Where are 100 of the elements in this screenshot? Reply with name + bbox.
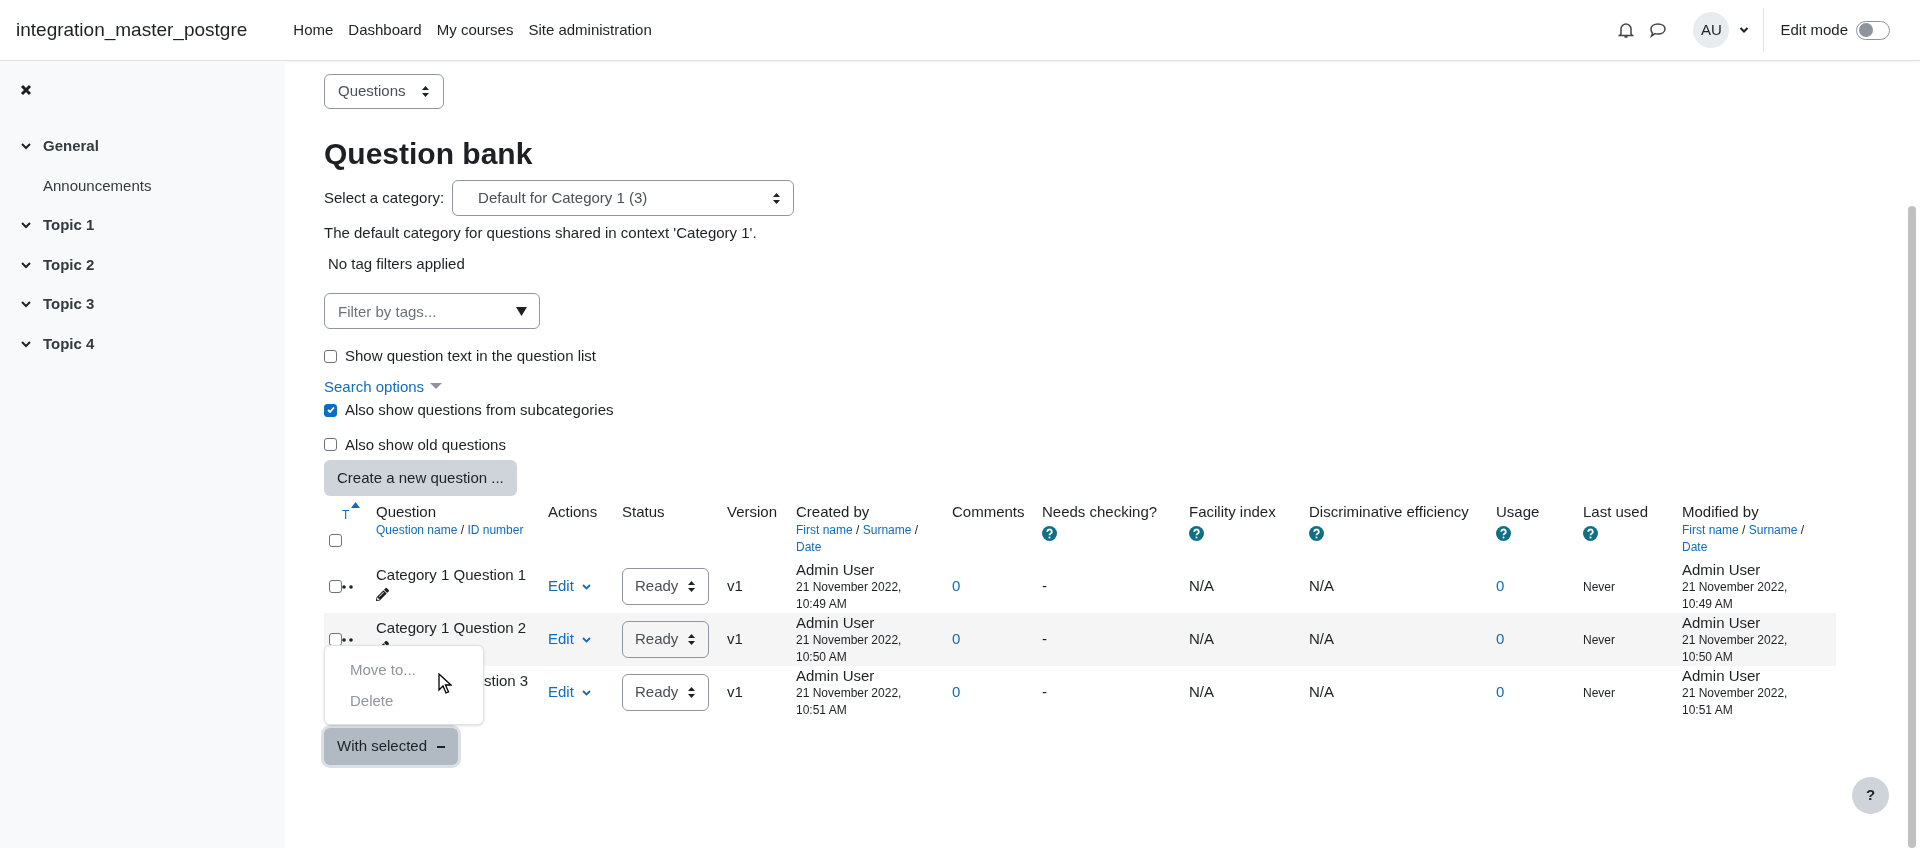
column-header: Status <box>622 502 666 522</box>
sort-link[interactable]: Surname <box>1748 523 1798 537</box>
modifier-name: Admin User <box>1682 613 1762 632</box>
caret-icon[interactable] <box>1739 26 1750 34</box>
search-options-link[interactable]: Search options <box>324 375 425 398</box>
section-title[interactable]: Topic 2 <box>43 253 95 276</box>
sort-link[interactable]: Surname <box>862 523 912 537</box>
with-selected-button[interactable]: With selected <box>324 728 459 765</box>
version-cell: v1 <box>727 683 743 701</box>
usage-link[interactable]: 0 <box>1496 630 1505 648</box>
nav-link[interactable]: Home <box>293 18 334 42</box>
user-avatar[interactable]: AU <box>1693 12 1730 48</box>
chevron-icon <box>581 636 591 643</box>
usage-link[interactable]: 0 <box>1496 577 1505 595</box>
help-icon[interactable] <box>1583 526 1598 541</box>
column-header: Last used <box>1583 502 1650 522</box>
help-icon[interactable] <box>1309 526 1324 541</box>
minus-icon <box>437 745 446 748</box>
creator-name: Admin User <box>796 613 876 632</box>
edit-menu-link[interactable]: Edit <box>548 681 574 704</box>
edit-mode-toggle[interactable] <box>1856 20 1890 40</box>
creator-name: Admin User <box>796 666 876 685</box>
needs-checking-cell: - <box>1042 683 1047 701</box>
close-icon[interactable] <box>20 84 32 96</box>
chevron-icon <box>581 689 591 696</box>
select-all-checkbox[interactable] <box>329 533 342 547</box>
column-header: Created by <box>796 502 871 522</box>
comments-link[interactable]: 0 <box>952 577 961 595</box>
sort-link[interactable]: Date <box>796 540 822 554</box>
category-description: The default category for questions shared in context 'Category 1'. <box>324 223 758 243</box>
discrimination-cell: N/A <box>1309 577 1334 595</box>
last-used-cell: Never <box>1583 580 1615 595</box>
question-name: Category 1 Question 2 <box>376 618 528 638</box>
discrimination-cell: N/A <box>1309 683 1334 701</box>
updown-icon <box>687 633 696 646</box>
help-icon[interactable] <box>1189 526 1204 541</box>
pencil-icon[interactable] <box>376 588 389 601</box>
version-cell: v1 <box>727 630 743 648</box>
comments-link[interactable]: 0 <box>952 683 961 701</box>
updown-icon <box>687 686 696 699</box>
separator: / <box>459 523 466 537</box>
row-checkbox[interactable] <box>329 580 342 593</box>
section-title[interactable]: Topic 1 <box>43 214 95 237</box>
nav-link[interactable]: My courses <box>436 18 514 42</box>
view-select[interactable]: Questions <box>324 74 444 109</box>
question-name: stion 3 <box>484 671 530 691</box>
create-question-button[interactable]: Create a new question ... <box>324 460 517 496</box>
facility-index-cell: N/A <box>1189 683 1214 701</box>
edit-menu-link[interactable]: Edit <box>548 575 574 598</box>
separator: / <box>1799 523 1805 537</box>
help-icon[interactable] <box>1496 526 1511 541</box>
modifier-name: Admin User <box>1682 666 1762 685</box>
facility-index-cell: N/A <box>1189 630 1214 648</box>
updown-icon <box>687 580 696 593</box>
dropdown-icon <box>516 307 527 316</box>
status-select[interactable]: Ready <box>622 621 709 658</box>
nav-link[interactable]: Site administration <box>528 18 652 42</box>
mouse-cursor-icon <box>438 673 452 694</box>
facility-index-cell: N/A <box>1189 577 1214 595</box>
sidebar-item[interactable]: Announcements <box>43 176 152 194</box>
column-header: Comments <box>952 502 1026 522</box>
sort-link[interactable]: Question name <box>376 523 458 537</box>
creator-name: Admin User <box>796 560 876 579</box>
status-select[interactable]: Ready <box>622 568 709 605</box>
sort-link[interactable]: First name <box>1682 523 1739 537</box>
sort-link[interactable]: Date <box>1682 540 1708 554</box>
comments-link[interactable]: 0 <box>952 630 961 648</box>
checkbox[interactable] <box>324 403 337 417</box>
updown-icon <box>420 85 430 98</box>
column-header: Usage <box>1496 502 1541 522</box>
section-title[interactable]: Topic 3 <box>43 293 95 316</box>
needs-checking-cell: - <box>1042 577 1047 595</box>
checkbox[interactable] <box>324 438 337 452</box>
section-title[interactable]: General <box>43 135 99 158</box>
edit-menu-link[interactable]: Edit <box>548 628 574 651</box>
status-select[interactable]: Ready <box>622 674 709 711</box>
checkbox[interactable] <box>324 349 337 363</box>
bell-icon[interactable] <box>1618 21 1635 39</box>
column-header: Question <box>376 502 438 522</box>
sort-link[interactable]: First name <box>796 523 853 537</box>
separator: / <box>1741 523 1747 537</box>
usage-link[interactable]: 0 <box>1496 683 1505 701</box>
section-title[interactable]: Topic 4 <box>43 332 95 355</box>
chat-icon[interactable] <box>1649 22 1668 38</box>
last-used-cell: Never <box>1583 633 1615 648</box>
created-date: 21 November 2022, 10:49 AM <box>796 578 903 613</box>
sort-link[interactable]: ID number <box>467 523 524 537</box>
column-header: Discriminative efficiency <box>1309 502 1470 522</box>
scrollbar[interactable] <box>1908 206 1916 848</box>
tag-status: No tag filters applied <box>327 254 466 274</box>
type-sort-link[interactable]: T <box>342 506 350 524</box>
help-icon[interactable] <box>1042 526 1057 541</box>
category-select[interactable]: Default for Category 1 (3) <box>452 180 795 216</box>
dots-icon <box>342 584 353 589</box>
nav-link[interactable]: Dashboard <box>348 18 422 42</box>
help-button[interactable]: ? <box>1852 777 1889 814</box>
checkbox-label: Also show questions from subcategories <box>345 400 614 420</box>
tag-filter-field[interactable]: Filter by tags... <box>324 293 540 329</box>
site-name[interactable]: integration_master_postgre <box>16 15 248 45</box>
column-header: Modified by <box>1682 502 1760 522</box>
